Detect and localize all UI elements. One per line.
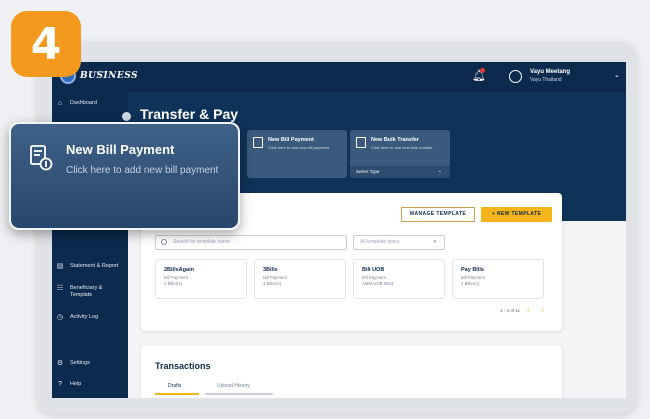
new-bill-payment-callout[interactable]: New Bill Payment Click here to add new b…: [9, 122, 240, 230]
sidebar-item-activity-log[interactable]: ◷ Activity Log: [56, 314, 98, 322]
user-organization: Vayu Thailand: [530, 77, 562, 83]
template-card[interactable]: Bill UOB Bill Payment AMM UOB 0663: [353, 259, 445, 299]
tab-underline: [205, 393, 273, 395]
transactions-title: Transactions: [155, 361, 211, 371]
template-type: Bill Payment: [164, 275, 188, 280]
template-billers: 3 Biller(s): [263, 281, 282, 286]
card-title: New Bill Payment: [268, 137, 314, 143]
sidebar-item-dashboard[interactable]: ⌂ Dashboard: [56, 100, 97, 108]
step-number-badge: 4: [11, 11, 81, 77]
transactions-panel: Transactions Drafts Upload History: [141, 346, 562, 398]
notification-dot: [480, 68, 485, 73]
active-tab-indicator: [155, 393, 199, 395]
card-title: New Bulk Transfer: [371, 137, 419, 143]
template-name: Bill UOB: [362, 267, 385, 273]
template-name: 2BillsAgain: [164, 267, 194, 273]
template-type: Bill Payment: [362, 275, 386, 280]
sidebar-item-statement[interactable]: ▤ Statement & Report: [56, 263, 126, 271]
chevron-down-icon: ▾: [433, 239, 436, 245]
sidebar-item-help[interactable]: ? Help: [56, 381, 81, 389]
new-bulk-transfer-card[interactable]: New Bulk Transfer Click here to add new …: [350, 130, 450, 178]
card-description: Click here to add new bill payment: [268, 145, 329, 150]
home-icon: ⌂: [57, 100, 63, 107]
top-bar: BUSINESS krungthai 🔔︎ Vayu Meetang Vayu …: [52, 62, 626, 92]
page-title: Transfer & Pay: [140, 106, 239, 122]
template-billers: AMM UOB 0663: [362, 281, 394, 286]
sidebar-item-settings[interactable]: ⚙ Settings: [56, 360, 90, 368]
brand-sub: krungthai: [89, 69, 106, 74]
bill-icon: [253, 137, 263, 148]
bill-icon: [30, 145, 53, 171]
select-type-dropdown[interactable]: Select Type ⌄: [350, 166, 450, 178]
sidebar-item-label: Help: [70, 381, 82, 387]
template-billers: 2 Biller(s): [461, 281, 480, 286]
sidebar-item-label: Statement & Report: [70, 263, 119, 269]
select-type-label: Select Type: [356, 169, 380, 174]
pagination-label: 1 - 4 of 11: [500, 308, 520, 313]
chevron-down-icon[interactable]: ⌄: [614, 71, 620, 79]
sidebar-item-label: Settings: [70, 360, 90, 366]
people-icon: ☷: [56, 285, 64, 292]
clock-icon: ◷: [56, 314, 64, 321]
app-screen: BUSINESS krungthai 🔔︎ Vayu Meetang Vayu …: [52, 62, 626, 398]
template-type: Bill Payment: [461, 275, 485, 280]
help-icon: ?: [58, 381, 62, 388]
new-template-button[interactable]: + NEW TEMPLATE: [481, 207, 552, 222]
template-card[interactable]: Pay Bills Bill Payment 2 Biller(s): [452, 259, 544, 299]
bulk-transfer-icon: [356, 137, 366, 148]
chevron-right-icon[interactable]: ›: [541, 305, 544, 314]
chevron-left-icon[interactable]: ‹: [527, 305, 530, 314]
template-name: 3Bills: [263, 267, 278, 273]
template-card[interactable]: 3Bills Bill Payment 3 Biller(s): [254, 259, 346, 299]
template-type: Bill Payment: [263, 275, 287, 280]
search-icon: [161, 239, 167, 245]
card-description: Click here to add new bulk transfer: [371, 145, 433, 150]
template-type-filter[interactable]: All template types ▾: [353, 235, 445, 250]
template-billers: 2 Biller(s): [164, 281, 183, 286]
template-card[interactable]: 2BillsAgain Bill Payment 2 Biller(s): [155, 259, 247, 299]
sidebar-item-label: Dashboard: [70, 100, 97, 106]
sidebar-item-beneficiary[interactable]: ☷ Beneficiary & Template: [56, 285, 126, 299]
tab-drafts[interactable]: Drafts: [168, 383, 181, 389]
sidebar-item-label: Activity Log: [70, 314, 99, 320]
callout-description: Click here to add new bill payment: [66, 165, 219, 176]
chevron-down-icon: ⌄: [437, 168, 442, 174]
gear-icon: ⚙: [56, 360, 64, 367]
document-icon: ▤: [56, 263, 64, 270]
collapse-toggle-icon[interactable]: [122, 112, 131, 121]
filter-value: All template types: [360, 239, 400, 245]
template-name: Pay Bills: [461, 267, 484, 273]
callout-title: New Bill Payment: [66, 142, 175, 157]
sidebar-item-label: Beneficiary & Template: [70, 285, 103, 298]
user-avatar-icon[interactable]: [509, 70, 522, 83]
new-bill-payment-card[interactable]: New Bill Payment Click here to add new b…: [247, 130, 347, 178]
user-name: Vayu Meetang: [530, 69, 571, 75]
manage-template-button[interactable]: MANAGE TEMPLATE: [401, 207, 475, 222]
template-search-input[interactable]: Search by template name: [155, 235, 347, 250]
search-placeholder: Search by template name: [173, 239, 230, 245]
tab-upload-history[interactable]: Upload History: [217, 383, 250, 389]
